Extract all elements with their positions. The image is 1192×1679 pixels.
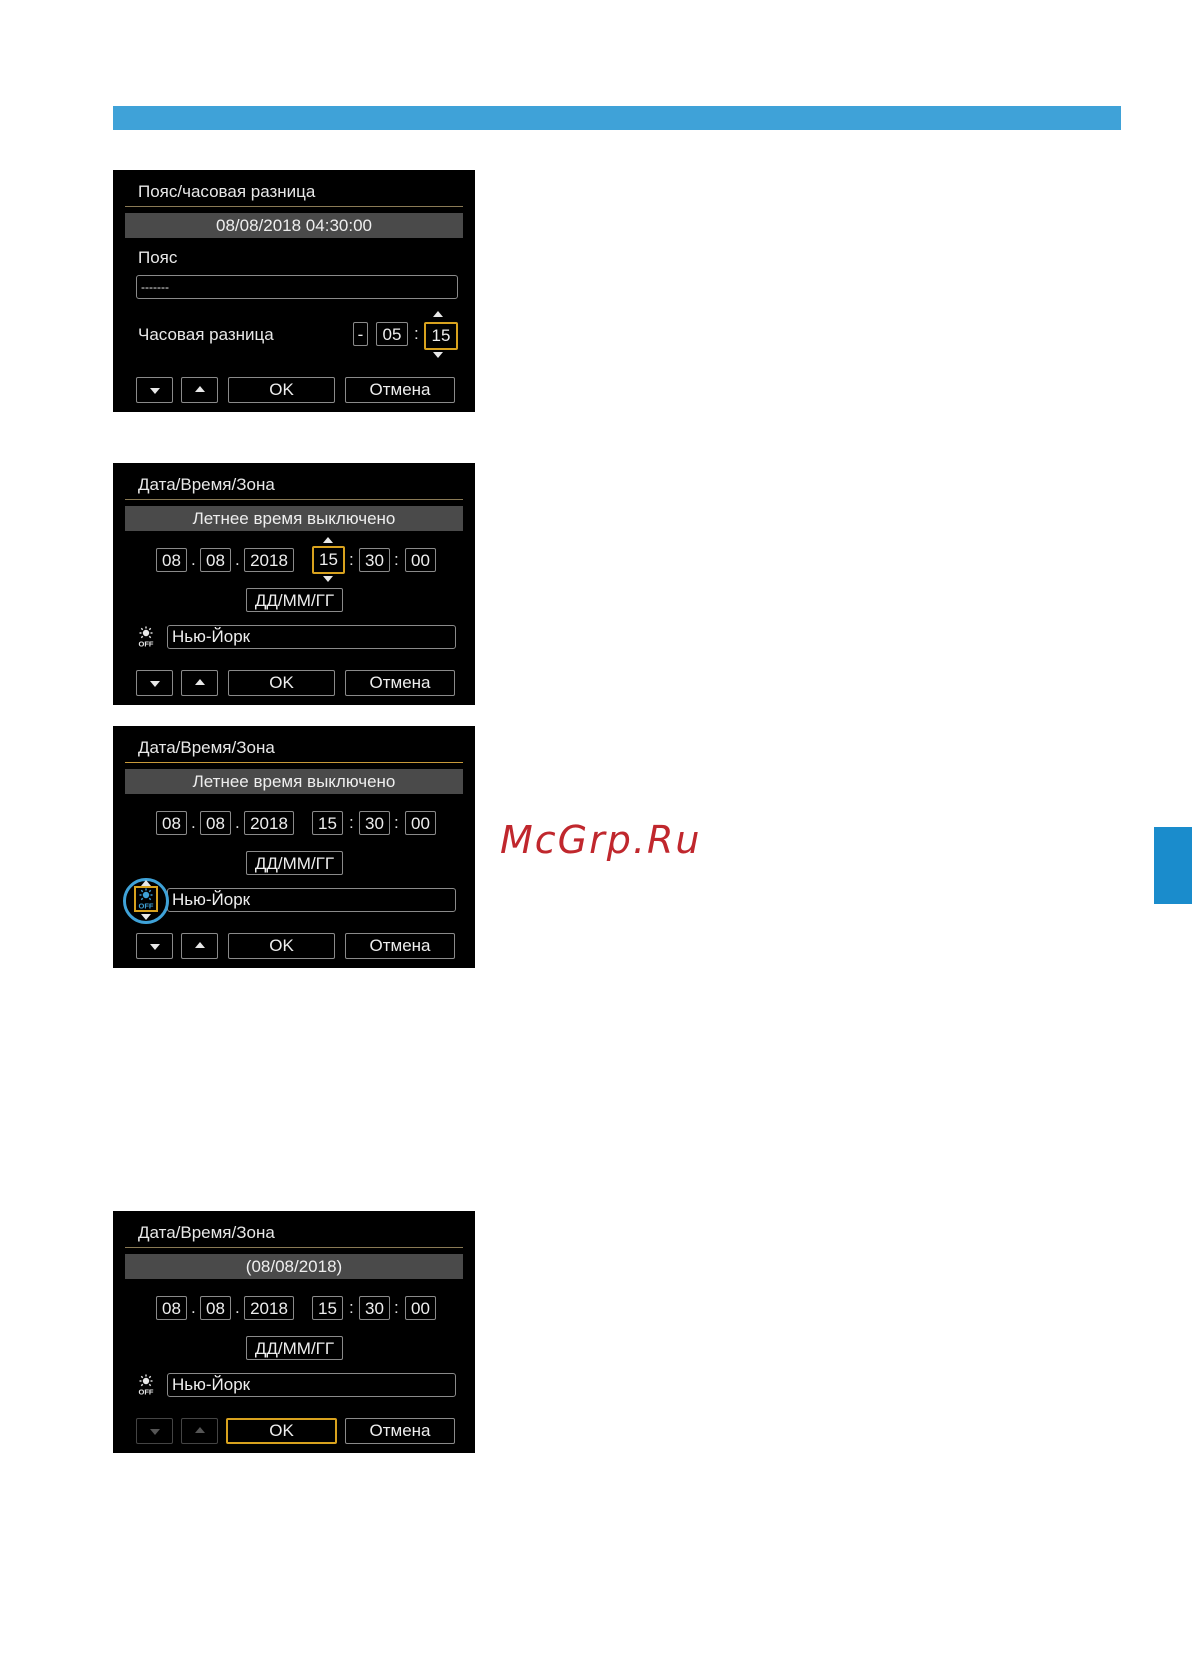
hour-box[interactable]: 15 [312, 1296, 343, 1320]
date-dot: . [235, 550, 240, 569]
second-box[interactable]: 00 [405, 1296, 436, 1320]
screen-title: Дата/Время/Зона [138, 738, 275, 757]
svg-text:OFF: OFF [139, 902, 154, 911]
scroll-up-button[interactable] [181, 670, 218, 696]
cancel-button[interactable]: Отмена [345, 933, 455, 959]
title-divider [125, 206, 463, 207]
watermark: McGrp.Ru [500, 818, 702, 862]
arrow-up-icon [194, 942, 205, 948]
minute-box[interactable]: 30 [359, 548, 390, 572]
second-box[interactable]: 00 [405, 811, 436, 835]
month-box[interactable]: 08 [200, 548, 231, 572]
screen-zone-time-difference: Пояс/часовая разница 08/08/2018 04:30:00… [113, 170, 475, 412]
offset-hours-box[interactable]: 05 [376, 322, 408, 346]
time-colon: : [349, 813, 354, 832]
ok-button[interactable]: OK [228, 377, 335, 403]
month-box[interactable]: 08 [200, 1296, 231, 1320]
arrow-down-icon [149, 1429, 160, 1435]
decrease-arrow-icon[interactable] [141, 914, 151, 920]
date-dot: . [191, 550, 196, 569]
city-field[interactable]: Нью-Йорк [167, 1373, 456, 1397]
date-format-box[interactable]: ДД/ММ/ГГ [246, 1336, 343, 1360]
section-header-bar [113, 106, 1121, 130]
increase-arrow-icon[interactable] [323, 537, 333, 543]
dst-off-icon[interactable]: OFF [136, 1374, 156, 1396]
screen-date-time-zone-hour: Дата/Время/Зона Летнее время выключено 0… [113, 463, 475, 705]
arrow-down-icon [149, 388, 160, 394]
current-datetime-band: 08/08/2018 04:30:00 [125, 213, 463, 238]
day-box[interactable]: 08 [156, 811, 187, 835]
screen-date-time-zone-dst: Дата/Время/Зона Летнее время выключено 0… [113, 726, 475, 968]
ok-button[interactable]: OK [226, 1418, 337, 1444]
cancel-button[interactable]: Отмена [345, 1418, 455, 1444]
date-dot: . [235, 813, 240, 832]
arrow-down-icon [149, 944, 160, 950]
minute-box[interactable]: 30 [359, 1296, 390, 1320]
decrease-arrow-icon[interactable] [433, 352, 443, 358]
arrow-up-icon [194, 386, 205, 392]
chapter-tab [1154, 827, 1192, 904]
day-box[interactable]: 08 [156, 548, 187, 572]
date-dot: . [235, 1298, 240, 1317]
increase-arrow-icon[interactable] [141, 880, 151, 886]
month-box[interactable]: 08 [200, 811, 231, 835]
screen-date-time-zone-ok: Дата/Время/Зона (08/08/2018) 08 . 08 . 2… [113, 1211, 475, 1453]
screen-title: Дата/Время/Зона [138, 1223, 275, 1242]
svg-text:OFF: OFF [139, 640, 154, 649]
arrow-up-icon [194, 1427, 205, 1433]
offset-minutes-box[interactable]: 15 [424, 322, 458, 350]
ok-button[interactable]: OK [228, 670, 335, 696]
dst-off-icon[interactable]: OFF [134, 886, 158, 912]
date-dot: . [191, 813, 196, 832]
time-colon: : [394, 550, 399, 569]
date-dot: . [191, 1298, 196, 1317]
date-preview-band: (08/08/2018) [125, 1254, 463, 1279]
date-format-box[interactable]: ДД/ММ/ГГ [246, 588, 343, 612]
year-box[interactable]: 2018 [244, 1296, 294, 1320]
time-colon: : [394, 813, 399, 832]
time-colon: : [394, 1298, 399, 1317]
zone-label: Пояс [138, 248, 178, 267]
dst-off-icon[interactable]: OFF [136, 626, 156, 648]
cancel-button[interactable]: Отмена [345, 670, 455, 696]
offset-sign-box[interactable]: - [353, 322, 368, 346]
arrow-down-icon [149, 681, 160, 687]
scroll-down-button[interactable] [136, 1418, 173, 1444]
hour-box[interactable]: 15 [312, 546, 345, 574]
decrease-arrow-icon[interactable] [323, 576, 333, 582]
second-box[interactable]: 00 [405, 548, 436, 572]
dst-status-band: Летнее время выключено [125, 506, 463, 531]
scroll-down-button[interactable] [136, 933, 173, 959]
day-box[interactable]: 08 [156, 1296, 187, 1320]
time-difference-label: Часовая разница [138, 325, 274, 344]
date-format-box[interactable]: ДД/ММ/ГГ [246, 851, 343, 875]
scroll-down-button[interactable] [136, 670, 173, 696]
zone-field[interactable]: ------- [136, 275, 458, 299]
scroll-up-button[interactable] [181, 933, 218, 959]
svg-text:OFF: OFF [139, 1388, 154, 1397]
ok-button[interactable]: OK [228, 933, 335, 959]
screen-title: Дата/Время/Зона [138, 475, 275, 494]
title-divider [125, 1247, 463, 1248]
year-box[interactable]: 2018 [244, 548, 294, 572]
title-divider [125, 762, 463, 763]
offset-colon: : [414, 324, 419, 343]
arrow-up-icon [194, 679, 205, 685]
scroll-up-button[interactable] [181, 377, 218, 403]
minute-box[interactable]: 30 [359, 811, 390, 835]
time-colon: : [349, 550, 354, 569]
scroll-up-button[interactable] [181, 1418, 218, 1444]
title-divider [125, 499, 463, 500]
city-field[interactable]: Нью-Йорк [167, 888, 456, 912]
screen-title: Пояс/часовая разница [138, 182, 316, 201]
year-box[interactable]: 2018 [244, 811, 294, 835]
increase-arrow-icon[interactable] [433, 311, 443, 317]
city-field[interactable]: Нью-Йорк [167, 625, 456, 649]
time-colon: : [349, 1298, 354, 1317]
scroll-down-button[interactable] [136, 377, 173, 403]
cancel-button[interactable]: Отмена [345, 377, 455, 403]
hour-box[interactable]: 15 [312, 811, 343, 835]
dst-status-band: Летнее время выключено [125, 769, 463, 794]
